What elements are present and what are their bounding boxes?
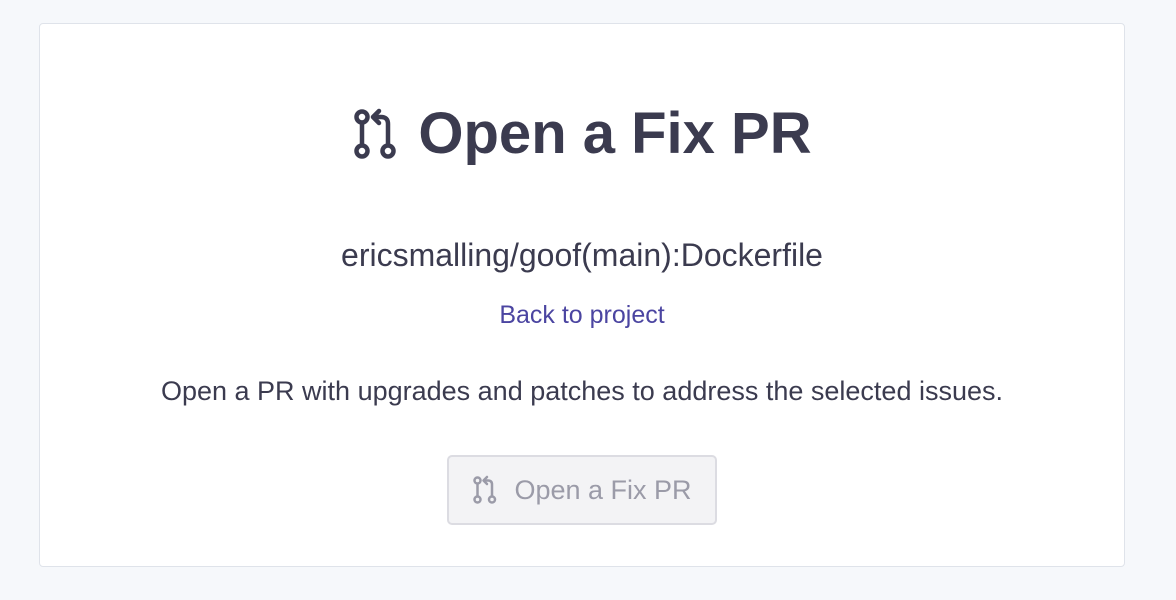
open-fix-pr-button[interactable]: Open a Fix PR bbox=[447, 455, 717, 525]
pull-request-icon bbox=[472, 475, 498, 505]
project-name: ericsmalling/goof(main):Dockerfile bbox=[341, 237, 823, 273]
button-container: Open a Fix PR bbox=[40, 455, 1124, 525]
pull-request-icon bbox=[352, 107, 400, 161]
back-to-project-link[interactable]: Back to project bbox=[40, 301, 1124, 330]
fix-pr-card: Open a Fix PR ericsmalling/goof(main):Do… bbox=[39, 23, 1125, 567]
page-title: Open a Fix PR bbox=[418, 101, 812, 166]
page-heading: Open a Fix PR bbox=[40, 94, 1124, 174]
open-fix-pr-button-label: Open a Fix PR bbox=[514, 474, 692, 505]
description-text: Open a PR with upgrades and patches to a… bbox=[160, 376, 1003, 406]
